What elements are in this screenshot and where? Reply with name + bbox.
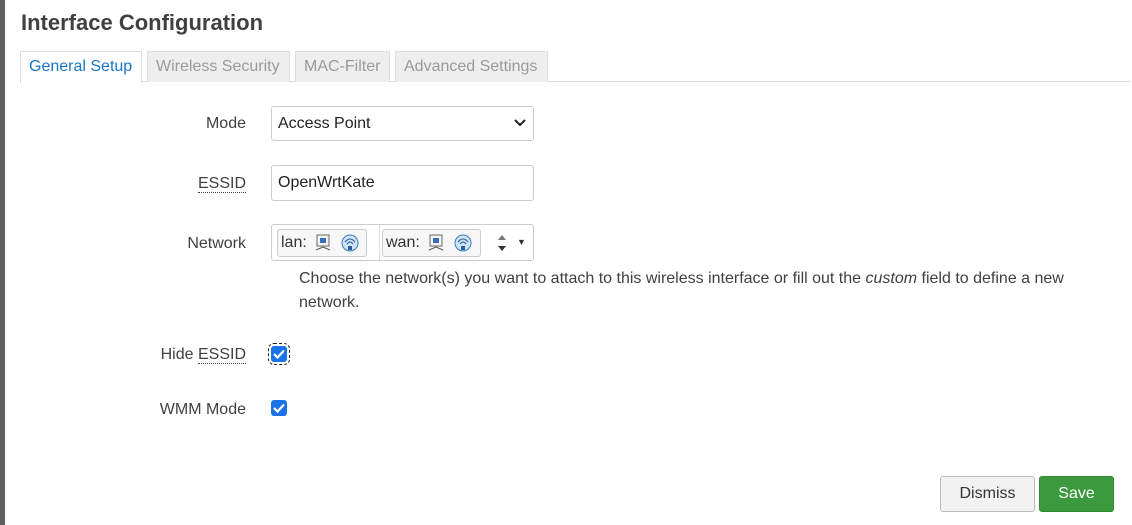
chevron-down-icon bbox=[514, 119, 526, 127]
tab-mac-filter[interactable]: MAC-Filter bbox=[295, 51, 390, 82]
network-chip-lan-label: lan: bbox=[281, 234, 307, 251]
network-help-text: Choose the network(s) you want to attach… bbox=[299, 267, 1099, 315]
help-text-before: Choose the network(s) you want to attach… bbox=[299, 270, 862, 287]
tab-bar: General Setup Wireless Security MAC-Filt… bbox=[20, 51, 1131, 83]
wmm-mode-checkbox[interactable] bbox=[271, 400, 287, 416]
wireless-icon bbox=[454, 234, 472, 252]
hide-essid-label: Hide ESSID bbox=[161, 346, 246, 364]
interface-configuration-dialog: Interface Configuration General Setup Wi… bbox=[5, 0, 1132, 525]
tab-general-setup[interactable]: General Setup bbox=[20, 51, 142, 83]
wireless-icon bbox=[341, 234, 359, 252]
essid-label-text: ESSID bbox=[197, 175, 246, 193]
dropdown-arrow-icon[interactable]: ▼ bbox=[517, 237, 526, 247]
network-chip-lan[interactable]: lan: bbox=[277, 229, 367, 257]
network-label: Network bbox=[187, 235, 246, 252]
essid-input[interactable]: OpenWrtKate bbox=[271, 165, 534, 201]
hide-essid-checkbox[interactable] bbox=[268, 343, 290, 365]
chip-separator bbox=[379, 225, 380, 260]
hide-essid-label-prefix: Hide bbox=[160, 346, 194, 363]
hide-essid-label-abbr: ESSID bbox=[197, 346, 246, 364]
dismiss-button[interactable]: Dismiss bbox=[940, 476, 1035, 512]
spinner-arrows-icon[interactable] bbox=[493, 231, 511, 255]
save-button[interactable]: Save bbox=[1039, 476, 1114, 512]
mode-select-value: Access Point bbox=[278, 115, 371, 132]
checkmark-icon bbox=[273, 349, 285, 360]
ethernet-port-icon bbox=[316, 234, 331, 251]
dialog-title: Interface Configuration bbox=[21, 10, 264, 35]
essid-label: ESSID bbox=[197, 175, 246, 193]
mode-label: Mode bbox=[205, 115, 246, 132]
checkmark-icon bbox=[273, 403, 285, 414]
mode-select[interactable]: Access Point bbox=[271, 106, 534, 141]
help-text-emphasis: custom bbox=[865, 270, 918, 287]
ethernet-port-icon bbox=[429, 234, 444, 251]
wmm-mode-label: WMM Mode bbox=[159, 401, 246, 418]
tab-wireless-security[interactable]: Wireless Security bbox=[147, 51, 290, 82]
network-chip-wan[interactable]: wan: bbox=[382, 229, 481, 257]
tab-advanced-settings[interactable]: Advanced Settings bbox=[395, 51, 548, 82]
network-multiselect[interactable]: lan: wan: ▼ bbox=[271, 224, 534, 261]
network-chip-wan-label: wan: bbox=[386, 234, 420, 251]
